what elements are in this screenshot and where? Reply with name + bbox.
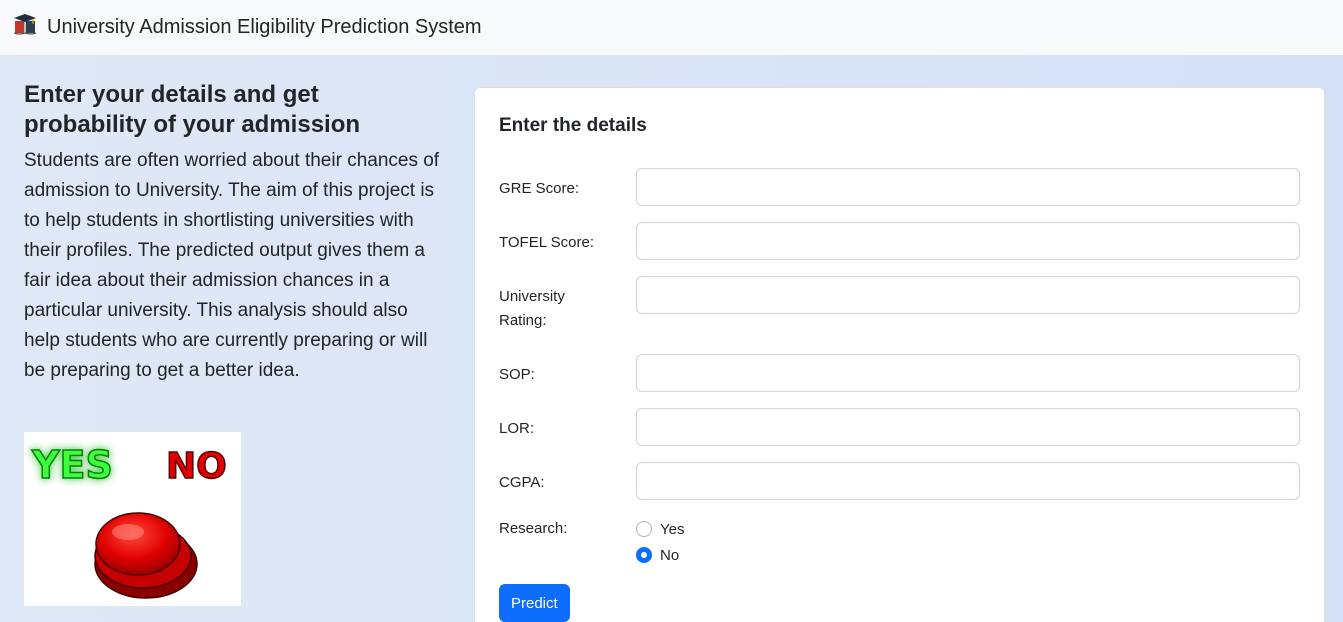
lor-input[interactable] (636, 408, 1300, 446)
lor-label: LOR: (499, 420, 535, 437)
research-no-label[interactable]: No (660, 547, 679, 564)
app-title[interactable]: University Admission Eligibility Predict… (47, 16, 482, 39)
cgpa-label: CGPA: (499, 474, 545, 491)
intro-heading: Enter your details and get probability o… (24, 81, 361, 138)
tofel-score-input[interactable] (636, 222, 1300, 260)
details-form-card: Enter the details GRE Score: TOFEL Score… (474, 87, 1325, 622)
no-label: NO (166, 446, 227, 487)
radio-checked-icon[interactable] (636, 547, 652, 563)
predict-button[interactable]: Predict (499, 584, 570, 622)
cgpa-input[interactable] (636, 462, 1300, 500)
tofel-score-label: TOFEL Score: (499, 234, 595, 251)
radio-unchecked-icon[interactable] (636, 521, 652, 537)
intro-section: Enter your details and get probability o… (24, 80, 444, 386)
gre-score-label: GRE Score: (499, 180, 580, 197)
research-yes-label[interactable]: Yes (660, 521, 684, 538)
navbar: University Admission Eligibility Predict… (0, 0, 1343, 55)
graduation-book-icon[interactable] (12, 12, 38, 38)
university-rating-label: University Rating: (499, 288, 565, 329)
research-label: Research: (499, 520, 568, 537)
yes-no-button-image: YES NO (24, 432, 241, 606)
gre-score-input[interactable] (636, 168, 1300, 206)
form-title: Enter the details (499, 115, 647, 136)
university-rating-input[interactable] (636, 276, 1300, 314)
research-no-radio[interactable]: No (636, 545, 679, 565)
research-yes-radio[interactable]: Yes (636, 519, 684, 539)
red-push-button-icon (94, 512, 198, 599)
sop-label: SOP: (499, 366, 535, 383)
sop-input[interactable] (636, 354, 1300, 392)
intro-description: Students are often worried about their c… (24, 150, 440, 381)
yes-label: YES (31, 443, 113, 487)
